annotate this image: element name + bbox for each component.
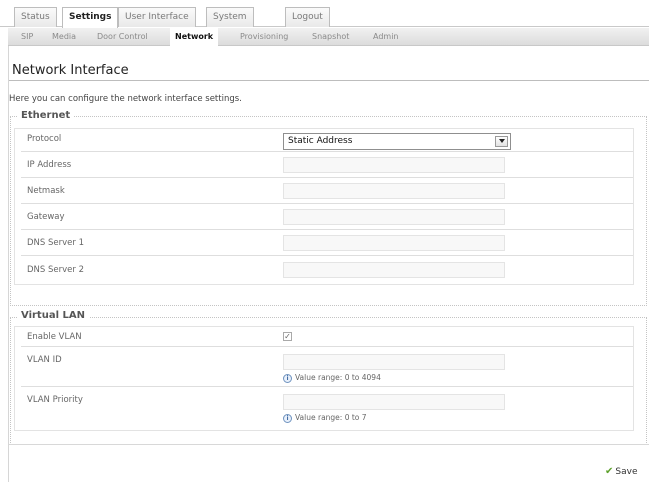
dns-server-1-row: DNS Server 1 <box>21 230 633 256</box>
enable-vlan-checkbox[interactable]: ✓ <box>283 332 292 341</box>
subnav-provisioning[interactable]: Provisioning <box>240 28 288 46</box>
top-tab-bar: Status Settings User Interface System Lo… <box>0 0 649 28</box>
enable-vlan-label: Enable VLAN <box>27 332 82 342</box>
protocol-selected-value: Static Address <box>288 136 353 146</box>
vlan-id-hint-text: Value range: 0 to 4094 <box>295 373 381 382</box>
dns-server-2-row: DNS Server 2 <box>21 256 633 285</box>
save-label: Save <box>615 467 638 477</box>
dns-server-2-label: DNS Server 2 <box>27 265 84 275</box>
subnav-network[interactable]: Network <box>170 28 219 46</box>
subnav-snapshot[interactable]: Snapshot <box>312 28 349 46</box>
ip-address-label: IP Address <box>27 160 72 170</box>
subnav-admin[interactable]: Admin <box>373 28 399 46</box>
info-icon: i <box>283 413 292 423</box>
gateway-label: Gateway <box>27 212 65 222</box>
vlan-priority-row: VLAN Priority i Value range: 0 to 7 <box>21 387 633 431</box>
dns-server-2-input[interactable] <box>283 262 505 278</box>
dns-server-1-input[interactable] <box>283 235 505 251</box>
save-button[interactable]: ✔ Save <box>605 464 637 480</box>
netmask-label: Netmask <box>27 186 65 196</box>
subnav-sip[interactable]: SIP <box>21 28 33 46</box>
protocol-label: Protocol <box>27 134 62 144</box>
subnav-media[interactable]: Media <box>52 28 76 46</box>
chevron-down-icon[interactable] <box>495 136 508 147</box>
subnav-door-control[interactable]: Door Control <box>97 28 148 46</box>
footer-divider <box>9 444 649 445</box>
tab-logout[interactable]: Logout <box>285 7 330 27</box>
check-icon: ✔ <box>605 466 614 477</box>
info-icon: i <box>283 373 292 383</box>
ip-address-input[interactable] <box>283 157 505 173</box>
tab-settings[interactable]: Settings <box>62 7 119 28</box>
vlan-id-label: VLAN ID <box>27 355 62 365</box>
page-title: Network Interface <box>12 63 129 78</box>
tab-status[interactable]: Status <box>14 7 57 27</box>
tab-user-interface[interactable]: User Interface <box>118 7 196 27</box>
vlan-priority-hint: i Value range: 0 to 7 <box>283 413 367 423</box>
vlan-legend: Virtual LAN <box>17 310 89 321</box>
gateway-input[interactable] <box>283 209 505 225</box>
vlan-id-hint: i Value range: 0 to 4094 <box>283 373 381 383</box>
vlan-priority-input[interactable] <box>283 394 505 410</box>
tab-system[interactable]: System <box>206 7 254 27</box>
protocol-select[interactable]: Static Address <box>283 133 511 150</box>
sub-navigation: SIP Media Door Control Network Provision… <box>8 28 649 46</box>
protocol-row: Protocol Static Address <box>21 128 633 152</box>
vlan-priority-hint-text: Value range: 0 to 7 <box>295 413 367 422</box>
gateway-row: Gateway <box>21 204 633 230</box>
ethernet-legend: Ethernet <box>17 110 75 121</box>
dns-server-1-label: DNS Server 1 <box>27 238 84 248</box>
enable-vlan-row: Enable VLAN ✓ <box>21 326 633 347</box>
vlan-id-input[interactable] <box>283 354 505 370</box>
vlan-priority-label: VLAN Priority <box>27 395 83 405</box>
vlan-id-row: VLAN ID i Value range: 0 to 4094 <box>21 347 633 387</box>
netmask-input[interactable] <box>283 183 505 199</box>
ip-address-row: IP Address <box>21 152 633 178</box>
intro-text: Here you can configure the network inter… <box>9 94 242 104</box>
netmask-row: Netmask <box>21 178 633 204</box>
title-divider <box>9 80 649 81</box>
content-area: Network Interface Here you can configure… <box>8 46 649 482</box>
